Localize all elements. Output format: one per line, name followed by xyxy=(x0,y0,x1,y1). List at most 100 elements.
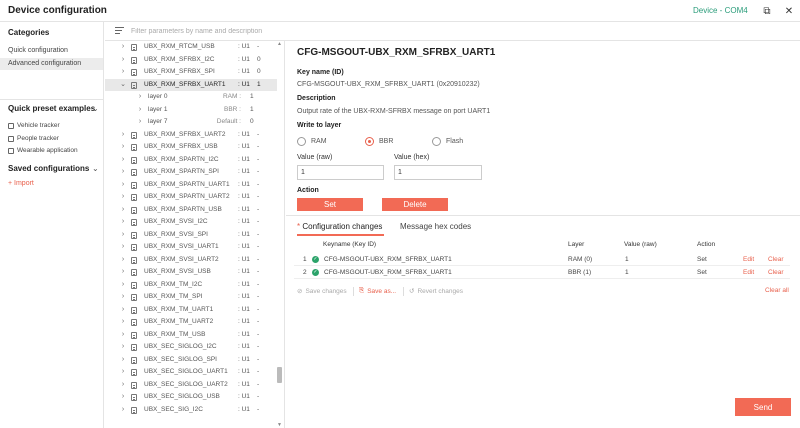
revert-changes-button[interactable]: ↺ Revert changes xyxy=(409,287,463,296)
tree-item[interactable]: › UBX_RXM_SVSI_I2C: U1- xyxy=(105,216,277,229)
chevron-right-icon[interactable]: › xyxy=(120,241,126,254)
tree-item[interactable]: › UBX_SEC_SIGLOG_I2C: U1- xyxy=(105,341,277,354)
tree-item[interactable]: › UBX_RXM_SPARTN_USB: U1- xyxy=(105,204,277,217)
preset-people-tracker[interactable]: People tracker xyxy=(8,134,59,144)
tree-item[interactable]: › UBX_SEC_SIG_I2C: U1- xyxy=(105,404,277,417)
popout-icon[interactable]: ⧉ xyxy=(760,4,774,18)
chevron-right-icon[interactable]: › xyxy=(120,129,126,142)
value-raw-input[interactable] xyxy=(297,165,384,180)
scroll-down-icon[interactable]: ▼ xyxy=(276,422,283,428)
tree-item[interactable]: › UBX_RXM_TM_UART2: U1- xyxy=(105,316,277,329)
tab-configuration-changes[interactable]: * Configuration changes xyxy=(297,222,382,231)
clear-link[interactable]: Clear xyxy=(768,267,784,279)
tree-item[interactable]: › UBX_RXM_SVSI_UART2: U1- xyxy=(105,254,277,267)
sidebar-item-quick-configuration[interactable]: Quick configuration xyxy=(0,45,103,57)
chevron-down-icon[interactable]: ⌄ xyxy=(92,164,99,173)
chevron-right-icon[interactable]: › xyxy=(120,354,126,367)
chevron-right-icon[interactable]: › xyxy=(120,341,126,354)
filter-icon[interactable] xyxy=(115,27,124,35)
tree-item[interactable]: › UBX_RXM_TM_I2C: U1- xyxy=(105,279,277,292)
tree-scrollbar[interactable]: ▲ ▼ xyxy=(276,41,283,428)
tree-layer-item[interactable]: › layer 7 Default : 0 xyxy=(105,116,277,129)
clear-link[interactable]: Clear xyxy=(768,254,784,266)
tree-item[interactable]: › UBX_RXM_SPARTN_UART2: U1- xyxy=(105,191,277,204)
chevron-right-icon[interactable]: › xyxy=(120,41,126,54)
tree-item[interactable]: › UBX_RXM_SVSI_USB: U1- xyxy=(105,266,277,279)
radio-bbr[interactable]: BBR xyxy=(365,137,393,146)
tree-item[interactable]: › UBX_RXM_SFRBX_I2C: U1 0 xyxy=(105,54,277,67)
chevron-right-icon[interactable]: › xyxy=(120,404,126,417)
chevron-right-icon[interactable]: › xyxy=(120,229,126,242)
chevron-right-icon[interactable]: › xyxy=(120,191,126,204)
edit-link[interactable]: Edit xyxy=(743,254,754,266)
tree-item[interactable]: › UBX_RXM_TM_USB: U1- xyxy=(105,329,277,342)
tree-item[interactable]: › UBX_RXM_SPARTN_I2C: U1- xyxy=(105,154,277,167)
chevron-right-icon[interactable]: › xyxy=(137,91,143,104)
chevron-right-icon[interactable]: › xyxy=(120,254,126,267)
delete-button[interactable]: Delete xyxy=(382,198,448,211)
chevron-right-icon[interactable]: › xyxy=(120,291,126,304)
clear-all-button[interactable]: Clear all xyxy=(765,287,789,294)
tree-item[interactable]: › UBX_SEC_SIGLOG_SPI: U1- xyxy=(105,354,277,367)
save-changes-button[interactable]: ⊘ Save changes xyxy=(297,287,347,296)
scrollbar-thumb[interactable] xyxy=(277,367,282,383)
chevron-right-icon[interactable]: › xyxy=(120,154,126,167)
tree-item[interactable]: › UBX_SEC_SIGLOG_UART1: U1- xyxy=(105,366,277,379)
tree-item-type: : U1 xyxy=(238,68,250,75)
chevron-right-icon[interactable]: › xyxy=(120,54,126,67)
import-button[interactable]: + Import xyxy=(8,180,34,187)
chevron-down-icon[interactable]: ⌄ xyxy=(120,79,126,92)
tree-item[interactable]: › UBX_SEC_SIGLOG_USB: U1- xyxy=(105,391,277,404)
chevron-right-icon[interactable]: › xyxy=(120,366,126,379)
tree-item[interactable]: › UBX_SEC_SIGLOG_UART2: U1- xyxy=(105,379,277,392)
scroll-up-icon[interactable]: ▲ xyxy=(276,41,283,47)
set-button[interactable]: Set xyxy=(297,198,363,211)
chevron-right-icon[interactable]: › xyxy=(120,66,126,79)
tree-layer-item[interactable]: › layer 0 RAM : 1 xyxy=(105,91,277,104)
tree-item[interactable]: › UBX_RXM_SFRBX_USB: U1- xyxy=(105,141,277,154)
preset-wearable-application[interactable]: Wearable application xyxy=(8,146,78,156)
layer-name: layer 1 xyxy=(148,105,168,113)
chevron-right-icon[interactable]: › xyxy=(120,179,126,192)
tree-item[interactable]: › UBX_RXM_SVSI_SPI: U1- xyxy=(105,229,277,242)
chevron-right-icon[interactable]: › xyxy=(120,216,126,229)
value-hex-input[interactable] xyxy=(394,165,482,180)
edit-link[interactable]: Edit xyxy=(743,267,754,279)
tree-item[interactable]: › UBX_RXM_TM_UART1: U1- xyxy=(105,304,277,317)
radio-flash[interactable]: Flash xyxy=(432,137,463,146)
filter-input[interactable] xyxy=(131,25,431,38)
tab-message-hex-codes[interactable]: Message hex codes xyxy=(400,222,471,231)
chevron-right-icon[interactable]: › xyxy=(120,391,126,404)
close-icon[interactable]: ✕ xyxy=(782,4,796,18)
chevron-right-icon[interactable]: › xyxy=(120,304,126,317)
chevron-right-icon[interactable]: › xyxy=(120,329,126,342)
sidebar-item-advanced-configuration[interactable]: Advanced configuration xyxy=(0,58,103,70)
tree-layer-item[interactable]: › layer 1 BBR : 1 xyxy=(105,104,277,117)
tree-item[interactable]: › UBX_RXM_TM_SPI: U1- xyxy=(105,291,277,304)
send-button[interactable]: Send xyxy=(735,398,791,416)
chevron-right-icon[interactable]: › xyxy=(120,141,126,154)
saved-configurations-header[interactable]: Saved configurations xyxy=(8,164,89,173)
chevron-right-icon[interactable]: › xyxy=(120,379,126,392)
tree-item[interactable]: › UBX_RXM_SFRBX_SPI: U1 0 xyxy=(105,66,277,79)
chevron-right-icon[interactable]: › xyxy=(120,316,126,329)
chevron-right-icon[interactable]: › xyxy=(120,266,126,279)
presets-header[interactable]: Quick preset examples xyxy=(8,104,95,113)
chevron-down-icon[interactable]: ⌄ xyxy=(92,104,99,113)
radio-ram[interactable]: RAM xyxy=(297,137,327,146)
tree-item[interactable]: › UBX_RXM_SFRBX_UART2: U1- xyxy=(105,129,277,142)
chevron-right-icon[interactable]: › xyxy=(137,116,143,129)
tree-item[interactable]: › UBX_RXM_SVSI_UART1: U1- xyxy=(105,241,277,254)
tree-item[interactable]: ⌄ UBX_RXM_SFRBX_UART1: U1 1 xyxy=(105,78,277,92)
parameter-icon xyxy=(131,194,137,201)
save-as-button[interactable]: ⎘ Save as... xyxy=(359,287,396,295)
chevron-right-icon[interactable]: › xyxy=(120,204,126,217)
preset-vehicle-tracker[interactable]: Vehicle tracker xyxy=(8,121,60,131)
tree-item-name: UBX_RXM_SPARTN_USB xyxy=(144,205,222,213)
chevron-right-icon[interactable]: › xyxy=(120,166,126,179)
tree-item[interactable]: › UBX_RXM_RTCM_USB: U1- xyxy=(105,41,277,54)
tree-item[interactable]: › UBX_RXM_SPARTN_SPI: U1- xyxy=(105,166,277,179)
chevron-right-icon[interactable]: › xyxy=(120,279,126,292)
tree-item[interactable]: › UBX_RXM_SPARTN_UART1: U1- xyxy=(105,179,277,192)
chevron-right-icon[interactable]: › xyxy=(137,104,143,117)
